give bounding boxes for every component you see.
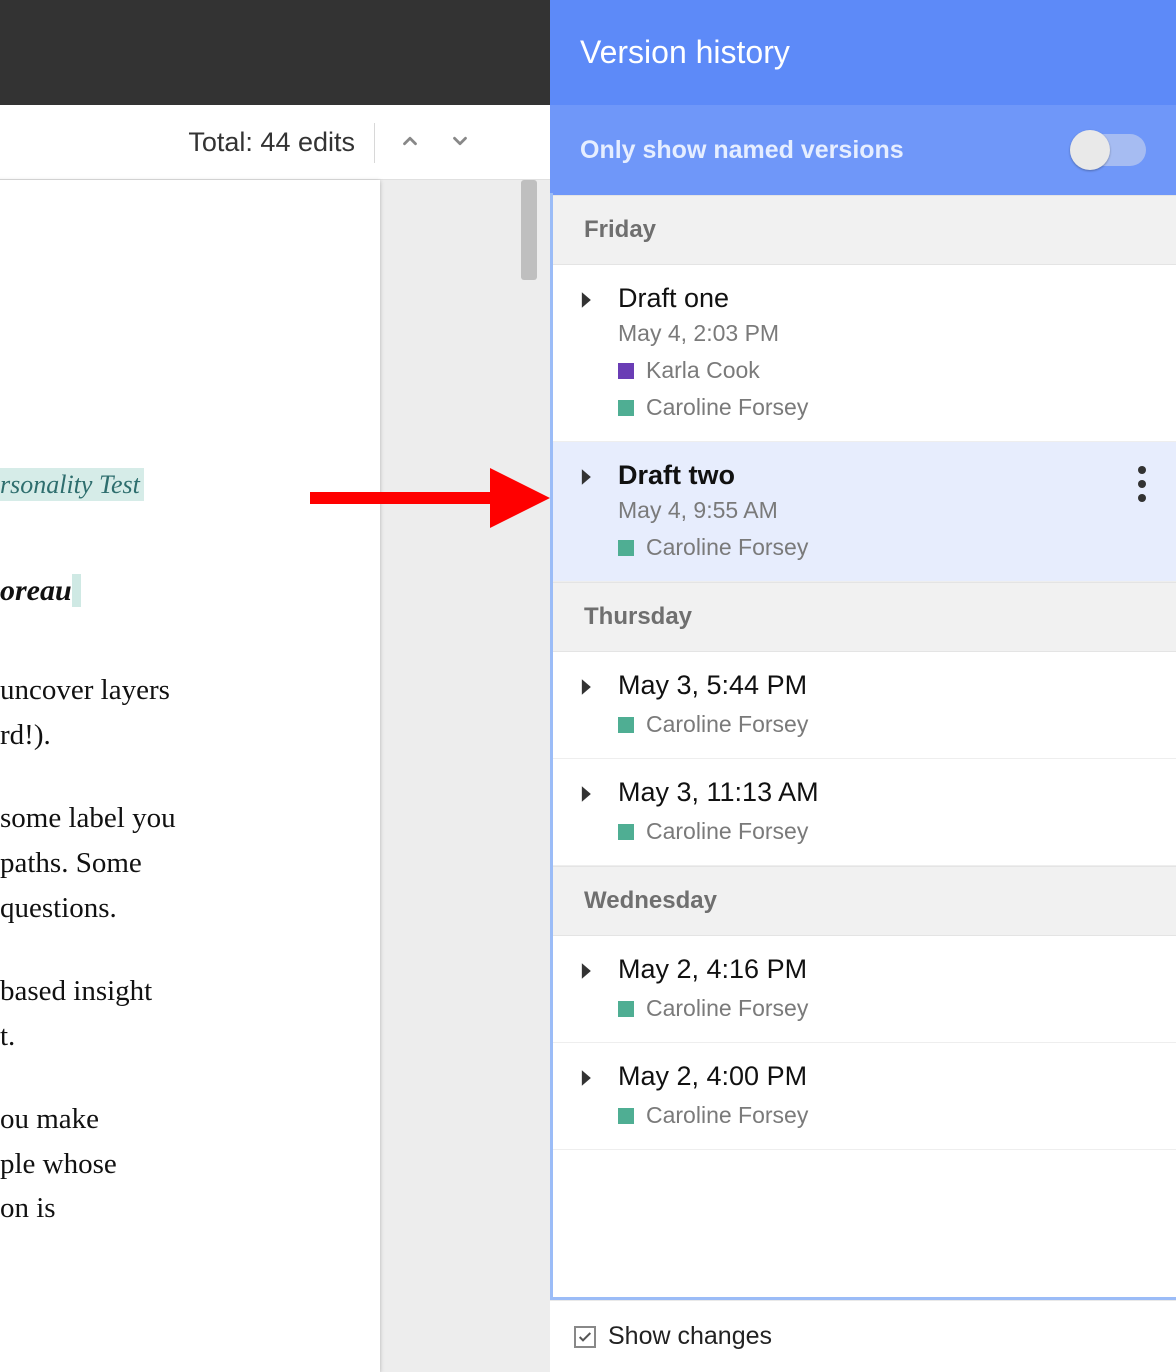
version-title: May 3, 5:44 PM: [618, 670, 807, 701]
version-list[interactable]: Friday Draft one May 4, 2:03 PM Karla Cook C…: [550, 195, 1176, 1300]
document-page[interactable]: rsonality Test oreau uncover layers rd!)…: [0, 180, 380, 1372]
named-versions-filter-row: Only show named versions: [550, 105, 1176, 195]
caret-right-icon[interactable]: [580, 785, 594, 808]
version-item[interactable]: Draft one May 4, 2:03 PM Karla Cook Carolin…: [550, 265, 1176, 442]
toggle-knob: [1070, 130, 1110, 170]
editor-name: Karla Cook: [646, 357, 760, 384]
edits-toolbar: Total: 44 edits: [0, 105, 550, 180]
editor-name: Caroline Forsey: [646, 394, 808, 421]
version-title: May 2, 4:00 PM: [618, 1061, 807, 1092]
show-changes-label: Show changes: [608, 1322, 772, 1351]
version-title: May 3, 11:13 AM: [618, 777, 819, 808]
scroll-thumb[interactable]: [521, 180, 537, 280]
version-title: Draft one: [618, 283, 729, 314]
doc-body-line: ou make: [0, 1097, 320, 1142]
editor-color-swatch: [618, 363, 634, 379]
editor-color-swatch: [618, 824, 634, 840]
scroll-track: [521, 180, 539, 1372]
doc-body-line: on is: [0, 1186, 320, 1231]
doc-body-line: paths. Some: [0, 841, 320, 886]
document-canvas: rsonality Test oreau uncover layers rd!)…: [0, 180, 550, 1372]
doc-body-line: questions.: [0, 886, 320, 931]
version-history-panel: Version history Only show named versions…: [550, 0, 1176, 1300]
app-toolbar-dark: [0, 0, 550, 105]
version-item[interactable]: May 2, 4:00 PM Caroline Forsey: [550, 1043, 1176, 1150]
editor-color-swatch: [618, 717, 634, 733]
next-edit-button[interactable]: [440, 123, 480, 163]
editor-name: Caroline Forsey: [646, 711, 808, 738]
named-versions-filter-label: Only show named versions: [580, 136, 904, 165]
caret-right-icon[interactable]: [580, 468, 594, 491]
editor-row: Caroline Forsey: [618, 534, 1156, 561]
check-icon: [577, 1329, 593, 1345]
version-item[interactable]: May 3, 11:13 AM Caroline Forsey: [550, 759, 1176, 866]
editor-row: Caroline Forsey: [618, 1102, 1156, 1129]
doc-body-line: some label you: [0, 796, 320, 841]
more-options-button[interactable]: [1138, 466, 1146, 502]
doc-author-fragment: oreau: [0, 574, 72, 607]
version-item[interactable]: May 3, 5:44 PM Caroline Forsey: [550, 652, 1176, 759]
editor-name: Caroline Forsey: [646, 534, 808, 561]
doc-body-line: rd!).: [0, 713, 320, 758]
editor-name: Caroline Forsey: [646, 995, 808, 1022]
editor-row: Caroline Forsey: [618, 995, 1156, 1022]
prev-edit-button[interactable]: [390, 123, 430, 163]
editor-row: Caroline Forsey: [618, 711, 1156, 738]
version-item[interactable]: May 2, 4:16 PM Caroline Forsey: [550, 936, 1176, 1043]
version-title: Draft two: [618, 460, 735, 491]
editor-row: Caroline Forsey: [618, 394, 1156, 421]
doc-body-line: based insight: [0, 969, 320, 1014]
day-header: Thursday: [550, 582, 1176, 652]
version-timestamp: May 4, 9:55 AM: [618, 497, 1156, 524]
caret-right-icon[interactable]: [580, 1069, 594, 1092]
editor-row: Caroline Forsey: [618, 818, 1156, 845]
version-history-title: Version history: [580, 34, 790, 71]
doc-text-highlight: rsonality Test: [0, 468, 144, 501]
version-title: May 2, 4:16 PM: [618, 954, 807, 985]
editor-color-swatch: [618, 1108, 634, 1124]
show-changes-checkbox[interactable]: [574, 1326, 596, 1348]
day-header: Friday: [550, 195, 1176, 265]
editor-color-swatch: [618, 400, 634, 416]
editor-name: Caroline Forsey: [646, 1102, 808, 1129]
version-timestamp: May 4, 2:03 PM: [618, 320, 1156, 347]
editor-row: Karla Cook: [618, 357, 1156, 384]
caret-right-icon[interactable]: [580, 291, 594, 314]
version-item[interactable]: Draft two May 4, 9:55 AM Caroline Forsey: [550, 442, 1176, 582]
editor-color-swatch: [618, 1001, 634, 1017]
version-history-header: Version history: [550, 0, 1176, 105]
editor-color-swatch: [618, 540, 634, 556]
doc-body-line: ple whose: [0, 1142, 320, 1187]
toolbar-divider: [374, 123, 375, 163]
chevron-up-icon: [399, 130, 421, 157]
named-versions-toggle[interactable]: [1070, 134, 1146, 166]
day-header: Wednesday: [550, 866, 1176, 936]
chevron-down-icon: [449, 130, 471, 157]
caret-right-icon[interactable]: [580, 962, 594, 985]
total-edits-label: Total: 44 edits: [188, 127, 355, 158]
editor-name: Caroline Forsey: [646, 818, 808, 845]
caret-right-icon[interactable]: [580, 678, 594, 701]
doc-body-line: t.: [0, 1014, 320, 1059]
version-history-footer: Show changes: [550, 1300, 1176, 1372]
doc-body-line: uncover layers: [0, 668, 320, 713]
